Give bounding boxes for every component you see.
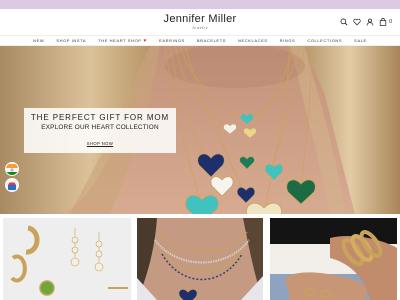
hero-banner[interactable]: THE PERFECT GIFT FOR MOM EXPLORE OUR HEA… <box>0 46 400 214</box>
header-actions: 0 <box>340 18 392 26</box>
nav-item-label: SALE <box>354 38 367 43</box>
shop-now-link[interactable]: SHOP NOW <box>87 141 113 146</box>
nav-item-label: RINGS <box>279 38 296 43</box>
earrings-image <box>3 218 131 300</box>
necklaces-tile[interactable] <box>137 218 263 300</box>
nav-item-label: BRACELETS <box>196 38 227 43</box>
bracelets-image <box>270 218 397 300</box>
side-badges <box>5 162 19 192</box>
site-header: Jennifer Miller Jewelry 0 <box>0 9 400 35</box>
store-badge[interactable] <box>5 178 19 192</box>
country-flag-badge[interactable] <box>5 162 19 176</box>
nav-item-label: THE HEART SHOP <box>98 38 142 43</box>
nav-item-earrings[interactable]: EARRINGS <box>159 38 185 43</box>
search-icon[interactable] <box>340 18 348 26</box>
hero-subtitle: EXPLORE OUR HEART COLLECTION <box>41 124 159 131</box>
nav-item-collections[interactable]: COLLECTIONS <box>307 38 342 43</box>
necklaces-image <box>137 218 263 300</box>
nav-item-label: EARRINGS <box>159 38 185 43</box>
user-icon[interactable] <box>366 18 374 26</box>
nav-item-new[interactable]: NEW <box>33 38 44 43</box>
nav-item-necklaces[interactable]: NECKLACES <box>238 38 268 43</box>
main-nav: NEW SHOP INSTA THE HEART SHOP ♥ EARRINGS … <box>0 35 400 46</box>
nav-item-heart-shop[interactable]: THE HEART SHOP ♥ <box>98 38 147 44</box>
nav-item-label: SHOP INSTA <box>56 38 87 43</box>
nav-item-label: COLLECTIONS <box>307 38 343 43</box>
heart-icon[interactable] <box>353 18 361 26</box>
category-tiles <box>0 218 400 300</box>
nav-item-label: NEW <box>33 38 45 43</box>
nav-item-shop-insta[interactable]: SHOP INSTA <box>56 38 86 43</box>
nav-item-label: NECKLACES <box>238 38 268 43</box>
bracelets-tile[interactable] <box>270 218 397 300</box>
promo-strip <box>0 0 400 9</box>
hero-promo-card: THE PERFECT GIFT FOR MOM EXPLORE OUR HEA… <box>24 108 176 153</box>
earrings-tile[interactable] <box>3 218 131 300</box>
nav-item-sale[interactable]: SALE <box>354 38 367 43</box>
bag-count: 0 <box>389 19 392 25</box>
heart-icon: ♥ <box>143 37 148 44</box>
nav-item-rings[interactable]: RINGS <box>280 38 296 43</box>
hero-title: THE PERFECT GIFT FOR MOM <box>30 113 170 122</box>
nav-item-bracelets[interactable]: BRACELETS <box>197 38 226 43</box>
shopping-bag-icon[interactable] <box>379 18 387 26</box>
